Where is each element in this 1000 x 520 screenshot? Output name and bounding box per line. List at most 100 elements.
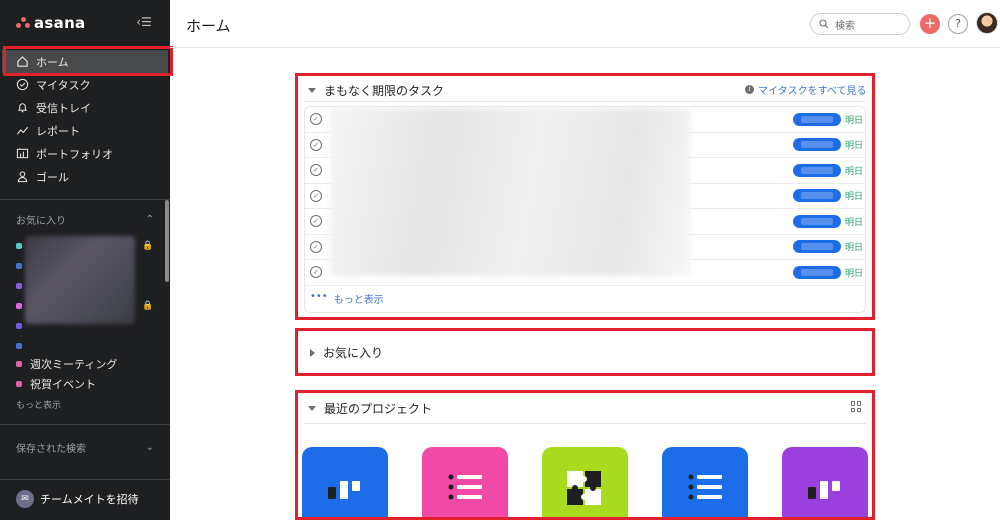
upcoming-tasks-header[interactable]: まもなく期限のタスク bbox=[308, 82, 444, 99]
chevron-down-icon[interactable]: ⌄ bbox=[146, 442, 154, 453]
recent-projects-title: 最近のプロジェクト bbox=[324, 402, 433, 416]
task-due-date: 明日 bbox=[845, 243, 864, 254]
favorite-item[interactable] bbox=[16, 276, 156, 296]
highlight-home bbox=[3, 46, 173, 76]
grid-view-icon[interactable] bbox=[851, 401, 862, 412]
project-tile[interactable] bbox=[782, 447, 868, 517]
favorite-item[interactable] bbox=[16, 316, 156, 336]
sidebar-item-inbox[interactable]: 受信トレイ bbox=[0, 96, 170, 119]
favorites-header[interactable]: お気に入り ⌃ bbox=[16, 212, 154, 227]
favorite-item-celebration[interactable]: 祝賀イベント bbox=[16, 375, 166, 393]
task-check-icon[interactable]: ✓ bbox=[310, 113, 322, 126]
favorites-section-title: お気に入り bbox=[323, 346, 384, 360]
chart-line-icon bbox=[16, 126, 29, 135]
task-due-date: 明日 bbox=[845, 115, 864, 126]
project-tile[interactable] bbox=[422, 447, 508, 517]
project-pill[interactable] bbox=[793, 214, 841, 228]
tasks-show-more-link[interactable]: ••• もっと表示 bbox=[310, 291, 384, 306]
top-bar: ホーム 検索 + ? bbox=[170, 0, 1000, 48]
lock-icon: 🔒 bbox=[142, 301, 154, 311]
list-icon bbox=[688, 474, 722, 500]
see-all-my-tasks-link[interactable]: i マイタスクをすべて見る bbox=[745, 82, 867, 97]
favorite-item[interactable]: 🔒 bbox=[16, 236, 156, 256]
sidebar-item-goals[interactable]: ゴール bbox=[0, 165, 170, 188]
section-divider bbox=[304, 101, 866, 102]
task-names-blurred bbox=[330, 108, 690, 276]
expand-triangle-icon[interactable] bbox=[310, 348, 315, 357]
asana-logo[interactable]: asana bbox=[16, 14, 85, 32]
favorites-section-header[interactable]: お気に入り bbox=[310, 344, 383, 361]
sidebar-item-label: マイタスク bbox=[36, 78, 91, 92]
favorites-list: 🔒 🔒 bbox=[16, 236, 156, 356]
favorite-item[interactable] bbox=[16, 336, 156, 356]
project-tile[interactable] bbox=[662, 447, 748, 517]
collapse-sidebar-icon[interactable]: ‹☰ bbox=[134, 14, 154, 30]
saved-searches-title: 保存された検索 bbox=[16, 444, 86, 455]
recent-projects-header[interactable]: 最近のプロジェクト bbox=[308, 400, 432, 417]
chevron-up-icon[interactable]: ⌃ bbox=[146, 214, 154, 225]
project-color-dot bbox=[16, 361, 22, 367]
project-pill[interactable] bbox=[793, 189, 841, 203]
search-input[interactable]: 検索 bbox=[810, 13, 910, 35]
project-color-dot bbox=[16, 303, 22, 309]
project-color-dot bbox=[16, 263, 22, 269]
sidebar-divider bbox=[0, 479, 170, 480]
task-check-icon[interactable]: ✓ bbox=[310, 189, 322, 202]
sidebar: asana ‹☰ ホーム マイタスク 受信トレイ レポート ポートフォリオ ゴー… bbox=[0, 0, 170, 520]
search-placeholder: 検索 bbox=[835, 20, 855, 32]
sidebar-item-my-tasks[interactable]: マイタスク bbox=[0, 73, 170, 96]
sidebar-item-label: 受信トレイ bbox=[36, 101, 91, 115]
portfolio-icon bbox=[16, 148, 29, 159]
task-check-icon[interactable]: ✓ bbox=[310, 164, 322, 177]
task-check-icon[interactable]: ✓ bbox=[310, 138, 322, 151]
board-icon bbox=[328, 481, 360, 499]
task-due-date: 明日 bbox=[845, 268, 864, 279]
task-due-date: 明日 bbox=[845, 141, 864, 152]
project-tile[interactable] bbox=[302, 447, 388, 517]
task-list-footer bbox=[305, 286, 865, 312]
sidebar-scrollbar[interactable] bbox=[165, 200, 169, 282]
page-title: ホーム bbox=[186, 17, 231, 35]
puzzle-icon bbox=[567, 471, 601, 505]
project-pill[interactable] bbox=[793, 112, 841, 126]
project-color-dot bbox=[16, 323, 22, 329]
create-plus-button[interactable]: + bbox=[920, 14, 940, 34]
check-circle-icon bbox=[16, 78, 29, 91]
task-check-icon[interactable]: ✓ bbox=[310, 240, 322, 253]
task-check-icon[interactable]: ✓ bbox=[310, 215, 322, 228]
task-check-icon[interactable]: ✓ bbox=[310, 266, 322, 279]
collapse-triangle-icon[interactable] bbox=[308, 406, 316, 411]
collapse-triangle-icon[interactable] bbox=[308, 88, 316, 93]
upcoming-tasks-title: まもなく期限のタスク bbox=[324, 84, 445, 98]
saved-searches-header[interactable]: 保存された検索 ⌄ bbox=[16, 440, 154, 455]
help-button[interactable]: ? bbox=[948, 14, 968, 34]
invite-teammates-button[interactable]: ✉ チームメイトを招待 bbox=[16, 490, 139, 508]
favorite-label: 週次ミーティング bbox=[30, 358, 118, 371]
sidebar-item-label: レポート bbox=[36, 124, 80, 138]
user-avatar[interactable] bbox=[976, 12, 998, 34]
favorites-title: お気に入り bbox=[16, 216, 66, 227]
sidebar-divider bbox=[0, 424, 170, 425]
section-divider bbox=[304, 423, 866, 424]
project-color-dot bbox=[16, 283, 22, 289]
info-icon: i bbox=[745, 85, 754, 94]
project-pill[interactable] bbox=[793, 138, 841, 152]
favorite-item[interactable]: 🔒 bbox=[16, 296, 156, 316]
sidebar-divider bbox=[0, 199, 170, 200]
project-pill[interactable] bbox=[793, 240, 841, 254]
task-due-date: 明日 bbox=[845, 217, 864, 228]
project-pill[interactable] bbox=[793, 163, 841, 177]
project-pill[interactable] bbox=[793, 265, 841, 279]
see-all-label: マイタスクをすべて見る bbox=[758, 86, 867, 97]
bell-icon bbox=[17, 103, 28, 113]
project-tile[interactable] bbox=[542, 447, 628, 517]
sidebar-item-reports[interactable]: レポート bbox=[0, 119, 170, 142]
logo-text: asana bbox=[34, 14, 86, 32]
invite-label: チームメイトを招待 bbox=[40, 493, 139, 506]
sidebar-show-more-link[interactable]: もっと表示 bbox=[16, 398, 61, 411]
project-color-dot bbox=[16, 343, 22, 349]
favorite-item-weekly-meeting[interactable]: 週次ミーティング bbox=[16, 355, 166, 373]
sidebar-item-portfolio[interactable]: ポートフォリオ bbox=[0, 142, 170, 165]
favorite-item[interactable] bbox=[16, 256, 156, 276]
person-icon bbox=[17, 171, 28, 183]
